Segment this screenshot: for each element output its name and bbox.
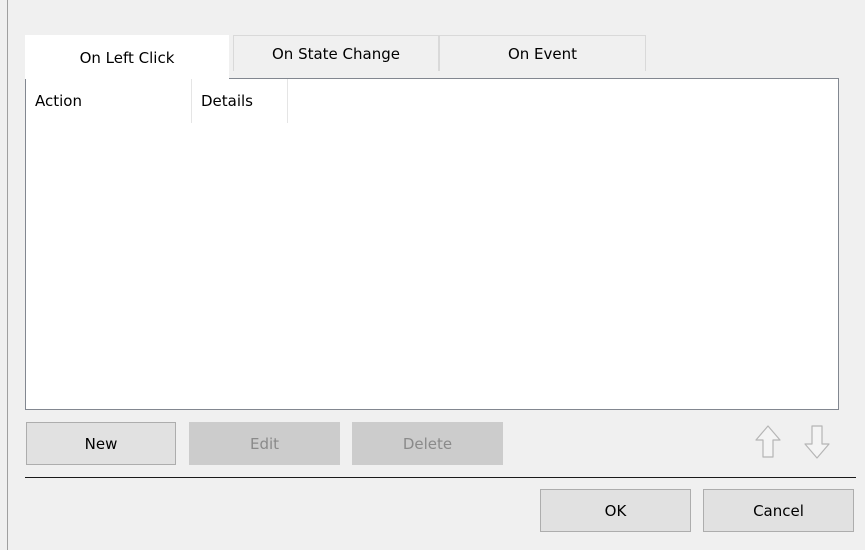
window-left-border	[7, 0, 8, 550]
cancel-button[interactable]: Cancel	[703, 489, 854, 532]
edit-button[interactable]: Edit	[189, 422, 340, 465]
ok-button[interactable]: OK	[540, 489, 691, 532]
arrow-down-icon[interactable]	[803, 424, 831, 460]
column-header-details[interactable]: Details	[192, 79, 288, 123]
delete-button[interactable]: Delete	[352, 422, 503, 465]
tab-on-state-change[interactable]: On State Change	[233, 35, 439, 71]
new-button[interactable]: New	[26, 422, 176, 465]
tab-on-left-click[interactable]: On Left Click	[25, 35, 229, 79]
actions-list[interactable]: Action Details	[25, 78, 839, 410]
tab-on-event[interactable]: On Event	[439, 35, 646, 71]
separator-line	[25, 477, 856, 478]
arrow-up-icon[interactable]	[754, 424, 782, 460]
column-header-action[interactable]: Action	[26, 79, 192, 123]
